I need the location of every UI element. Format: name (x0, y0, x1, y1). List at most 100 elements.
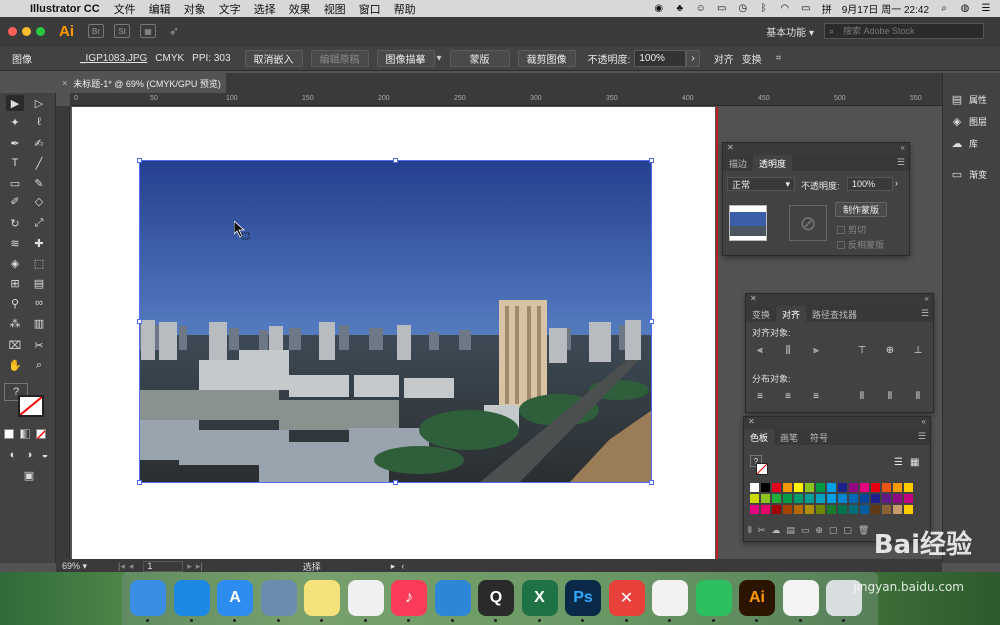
resize-handle[interactable] (393, 480, 398, 485)
prev-artboard-icon[interactable]: ◂ (129, 561, 134, 572)
close-panel-icon[interactable]: ✕ (750, 294, 757, 303)
gradient-tool-icon[interactable]: ▤ (30, 275, 48, 291)
image-trace-dropdown-icon[interactable]: ▾ (437, 53, 442, 64)
panel-menu-icon[interactable]: ☰ (918, 431, 926, 442)
safari-icon[interactable] (173, 580, 210, 616)
tab-brushes[interactable]: 画笔 (774, 429, 804, 445)
align-horizontal-center-icon[interactable]: ⫼ (782, 344, 794, 356)
time-machine-icon[interactable]: ◷ (737, 3, 749, 15)
zoom-level[interactable]: 69% ▾ (56, 561, 106, 572)
workspace-switcher[interactable]: 基本功能 ▾ (766, 24, 814, 39)
selection-tool-icon[interactable]: ▶ (6, 95, 24, 111)
color-swatch[interactable] (794, 505, 803, 514)
tab-align[interactable]: 对齐 (776, 306, 807, 322)
music-icon[interactable]: ♪ (391, 580, 427, 616)
photoshop-icon[interactable]: Ps (565, 580, 601, 616)
perspective-grid-tool-icon[interactable]: ⬚ (30, 255, 48, 271)
app-menu[interactable]: Illustrator CC (30, 3, 100, 15)
collapse-panel-icon[interactable]: « (925, 294, 929, 303)
color-swatch[interactable] (871, 494, 880, 503)
siri-icon[interactable]: ◍ (959, 3, 971, 15)
photos-icon[interactable] (347, 580, 384, 616)
distribute-bottom-icon[interactable]: ≡ (810, 390, 822, 402)
resize-handle[interactable] (649, 158, 654, 163)
color-swatch[interactable] (805, 505, 814, 514)
color-swatch[interactable] (893, 483, 902, 492)
rectangle-tool-icon[interactable]: ▭ (6, 175, 24, 191)
transform-link[interactable]: 变换 (742, 51, 762, 66)
tab-symbols[interactable]: 符号 (804, 429, 834, 445)
color-swatch[interactable] (816, 483, 825, 492)
menu-select[interactable]: 选择 (254, 1, 276, 17)
layers-panel-button[interactable]: ◈ 图层 (951, 115, 987, 128)
menu-file[interactable]: 文件 (114, 1, 136, 17)
color-swatch[interactable] (750, 505, 759, 514)
color-swatch[interactable] (827, 483, 836, 492)
document-tab[interactable]: × 未标题-1* @ 69% (CMYK/GPU 预览) (56, 73, 226, 93)
color-swatch[interactable] (761, 483, 770, 492)
excel-icon[interactable]: X (521, 580, 558, 616)
collapse-panel-icon[interactable]: « (901, 143, 905, 152)
color-swatch[interactable] (827, 494, 836, 503)
grid-view-icon[interactable]: ▦ (910, 457, 919, 468)
spotlight-icon[interactable]: ⌕ (938, 3, 950, 15)
zoom-tool-icon[interactable]: ⌕ (30, 357, 48, 373)
stock-icon[interactable]: St (114, 24, 130, 38)
swatch-footer-icons[interactable]: ⫴✂☁▤▭⊕▢▢🗑 (748, 525, 875, 536)
list-view-icon[interactable]: ☰ (894, 457, 903, 468)
scale-tool-icon[interactable]: ⤢ (30, 215, 48, 231)
unembed-button[interactable]: 取消嵌入 (244, 49, 303, 67)
resize-handle[interactable] (393, 158, 398, 163)
bluetooth-icon[interactable]: ᛒ (758, 3, 770, 15)
color-swatch[interactable] (772, 505, 781, 514)
first-artboard-icon[interactable]: |◂ (118, 561, 125, 572)
color-swatch[interactable] (860, 483, 869, 492)
color-swatch[interactable] (849, 505, 858, 514)
resize-handle[interactable] (137, 319, 142, 324)
artboard[interactable] (72, 107, 715, 559)
collapse-panel-icon[interactable]: « (922, 417, 926, 426)
color-swatch[interactable] (761, 494, 770, 503)
color-swatch[interactable] (750, 483, 759, 492)
quicktime-icon[interactable]: Q (478, 580, 514, 616)
color-swatch[interactable] (849, 483, 858, 492)
width-tool-icon[interactable]: ≋ (6, 235, 24, 251)
align-bottom-icon[interactable]: ⊥ (912, 344, 924, 356)
resize-handle[interactable] (649, 319, 654, 324)
battery-icon[interactable]: ▭ (800, 3, 812, 15)
appstore-icon[interactable]: A (217, 580, 253, 616)
distribute-horizontal-center-icon[interactable]: ⦀ (884, 390, 896, 402)
opacity-field[interactable]: 100% (634, 49, 687, 67)
linked-filename[interactable]: _IGP1083.JPG (80, 53, 147, 64)
align-top-icon[interactable]: ⊤ (856, 344, 868, 356)
align-right-icon[interactable]: ⫸ (810, 344, 822, 356)
color-swatch[interactable] (838, 505, 847, 514)
color-swatch[interactable] (882, 505, 891, 514)
color-swatch[interactable] (838, 483, 847, 492)
panel-opacity-arrow-icon[interactable]: › (895, 178, 898, 188)
symbol-sprayer-tool-icon[interactable]: ⁂ (6, 315, 24, 331)
bridge-icon[interactable]: Br (88, 24, 104, 38)
align-link[interactable]: 对齐 (714, 51, 734, 66)
color-swatch[interactable] (893, 494, 902, 503)
scroll-left-icon[interactable]: ‹ (401, 561, 404, 571)
eraser-tool-icon[interactable]: ◇ (30, 193, 48, 209)
color-swatch[interactable] (849, 494, 858, 503)
crop-image-button[interactable]: 裁剪图像 (517, 49, 576, 67)
color-swatch[interactable] (783, 494, 792, 503)
color-swatch[interactable] (783, 505, 792, 514)
tab-pathfinder[interactable]: 路径查找器 (806, 306, 863, 322)
tab-stroke[interactable]: 描边 (723, 155, 753, 171)
color-mode-icon[interactable] (4, 429, 14, 439)
tab-transform[interactable]: 变换 (746, 306, 776, 322)
menu-window[interactable]: 窗口 (359, 1, 381, 17)
artwork-thumbnail[interactable] (729, 205, 767, 241)
isolate-icon[interactable]: ⌗ (776, 53, 782, 64)
last-artboard-icon[interactable]: ▸| (196, 561, 203, 572)
menu-type[interactable]: 文字 (219, 1, 241, 17)
gradient-panel-button[interactable]: ▭ 渐变 (951, 168, 987, 181)
menu-view[interactable]: 视图 (324, 1, 346, 17)
libraries-panel-button[interactable]: ☁ 库 (951, 137, 979, 150)
color-swatch[interactable] (805, 494, 814, 503)
mask-button[interactable]: 蒙版 (449, 49, 510, 67)
